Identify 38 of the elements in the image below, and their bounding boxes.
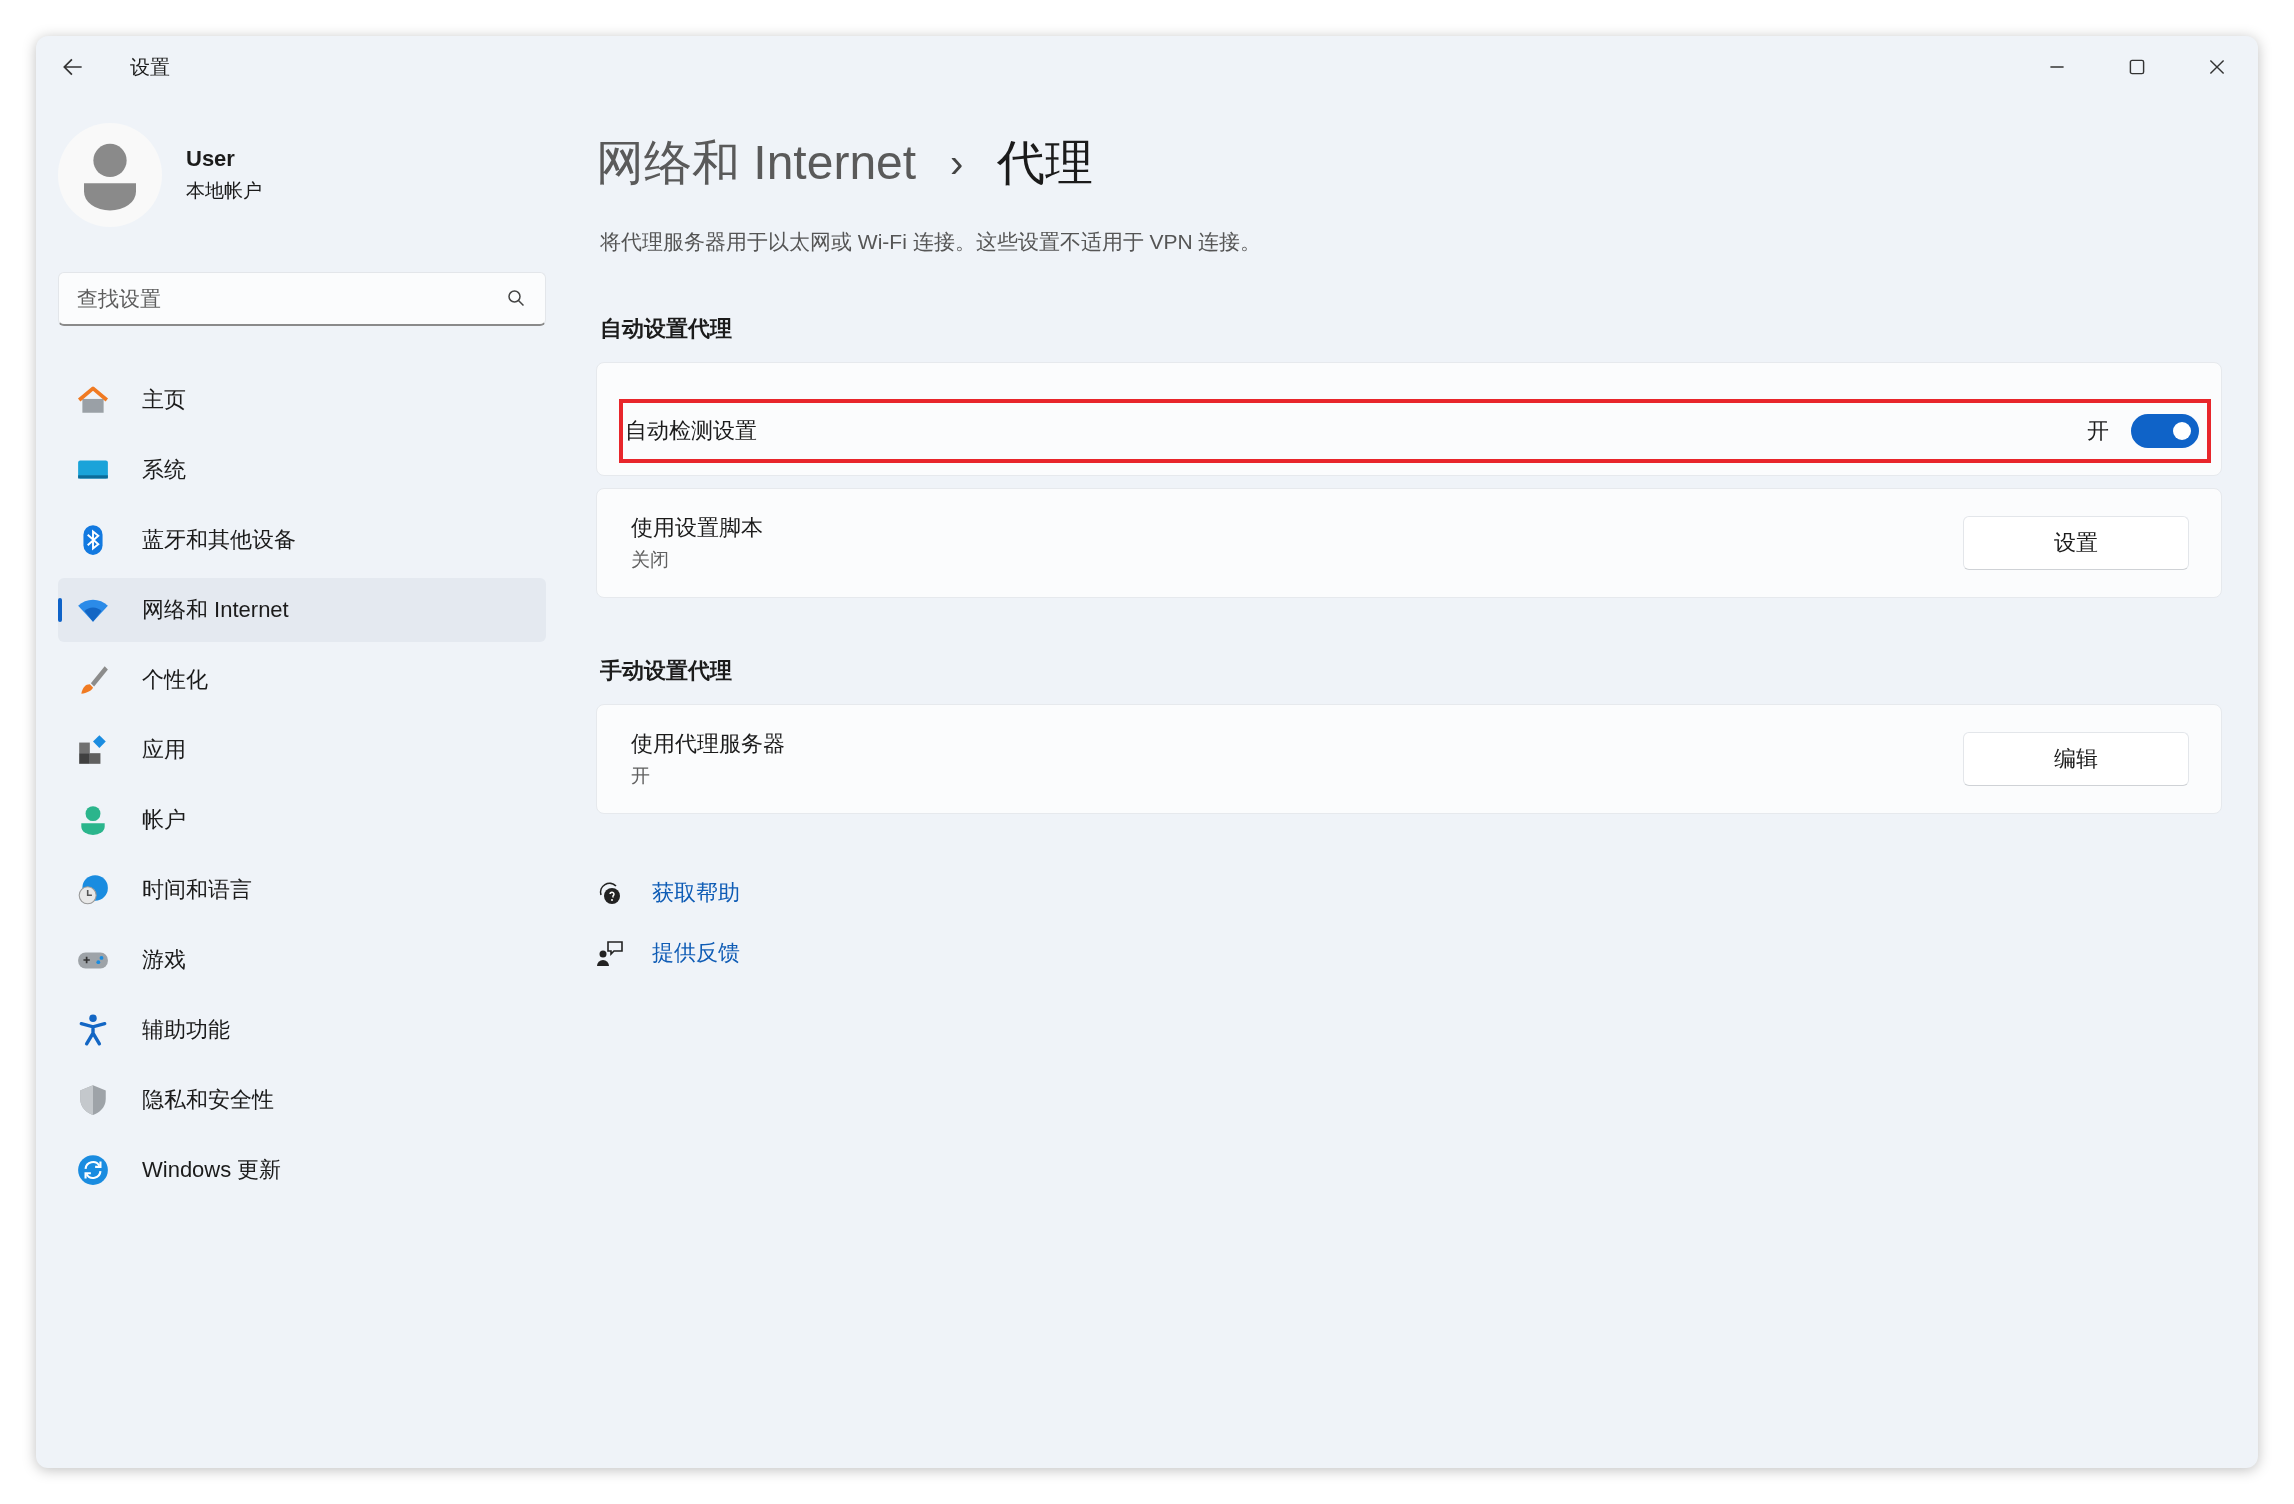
breadcrumb-separator: ›	[950, 140, 964, 186]
sidebar-item[interactable]: 应用	[58, 718, 546, 782]
toggle-switch[interactable]	[2131, 414, 2199, 448]
toggle-state: 开	[2087, 417, 2109, 445]
search-field[interactable]: 查找设置	[58, 272, 546, 326]
page-title: 代理	[997, 135, 1094, 191]
user-name: User	[186, 146, 236, 172]
globe-clock-icon	[76, 873, 110, 907]
sidebar-item[interactable]: 辅助功能	[58, 998, 546, 1062]
sidebar-item[interactable]: Windows 更新	[58, 1138, 546, 1202]
avatar-icon	[58, 123, 162, 227]
help-link[interactable]: 提供反馈	[652, 938, 740, 968]
breadcrumb-parent[interactable]: 网络和 Internet	[596, 131, 917, 195]
sidebar-item[interactable]: 个性化	[58, 648, 546, 712]
sidebar-item[interactable]: 时间和语言	[58, 858, 546, 922]
window-title: 设置	[130, 54, 170, 80]
sidebar-item[interactable]: 主页	[58, 368, 546, 432]
section-heading: 自动设置代理	[600, 315, 733, 343]
setting-button[interactable]: 设置	[1963, 516, 2189, 570]
sidebar-item[interactable]: 蓝牙和其他设备	[58, 508, 546, 572]
setting-status: 关闭	[631, 548, 670, 572]
setting-title: 使用代理服务器	[631, 730, 786, 758]
setting-title: 使用设置脚本	[631, 514, 764, 542]
search-icon	[506, 288, 526, 308]
sidebar-item[interactable]: 游戏	[58, 928, 546, 992]
setting-status: 开	[631, 764, 651, 788]
account-type: 本地帐户	[186, 179, 262, 203]
page-description: 将代理服务器用于以太网或 Wi-Fi 连接。这些设置不适用于 VPN 连接。	[600, 229, 1263, 255]
setting-title: 自动检测设置	[625, 417, 758, 445]
sidebar-item[interactable]: 系统	[58, 438, 546, 502]
sync-icon	[76, 1153, 110, 1187]
sidebar-item[interactable]: 网络和 Internet	[58, 578, 546, 642]
feedback-icon	[596, 939, 624, 967]
setting-button[interactable]: 编辑	[1963, 732, 2189, 786]
sidebar-item[interactable]: 帐户	[58, 788, 546, 852]
sidebar-item[interactable]: 隐私和安全性	[58, 1068, 546, 1132]
help-link[interactable]: 获取帮助	[652, 878, 740, 908]
section-heading: 手动设置代理	[600, 657, 733, 685]
